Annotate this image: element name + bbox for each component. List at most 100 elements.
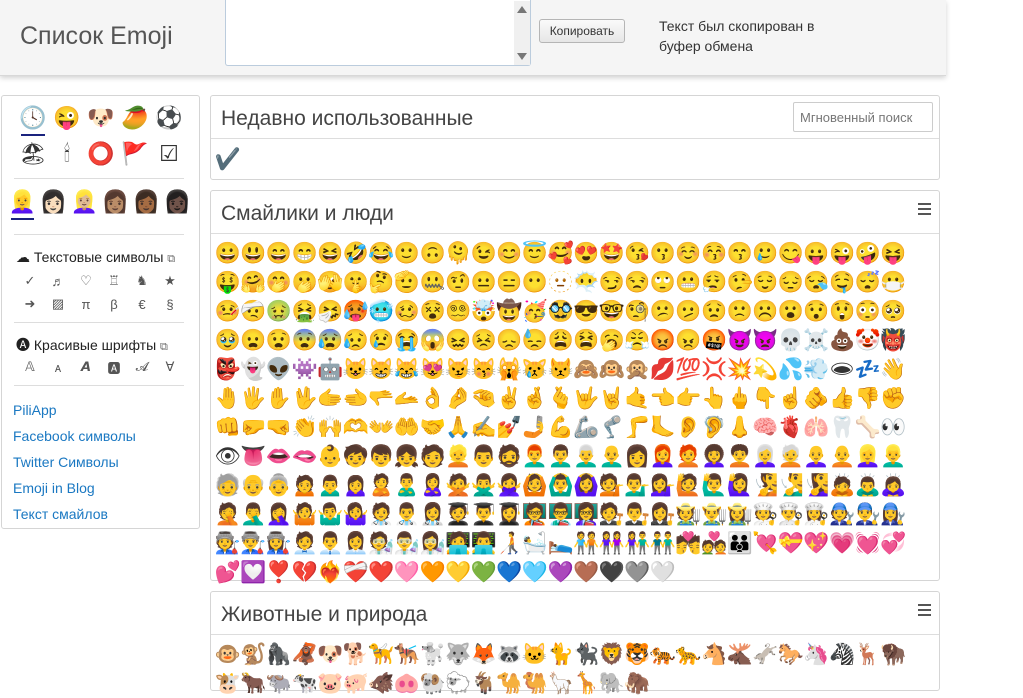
smiley-emoji[interactable]: 👩‍🏭 — [266, 529, 292, 558]
symbol-euro[interactable]: € — [128, 295, 156, 313]
smiley-emoji[interactable]: 🤷‍♀️ — [343, 500, 369, 529]
smiley-emoji[interactable]: 🧑‍🎓 — [445, 500, 471, 529]
smiley-emoji[interactable]: 🙉 — [599, 355, 625, 384]
smiley-emoji[interactable]: 😉 — [471, 239, 497, 268]
smiley-emoji[interactable]: 😲 — [829, 297, 855, 326]
animal-emoji[interactable]: 🐶 — [317, 640, 343, 669]
symbol-beta[interactable]: β — [100, 295, 128, 313]
smiley-emoji[interactable]: 😢 — [368, 326, 394, 355]
smiley-emoji[interactable]: 💕 — [215, 558, 241, 587]
smiley-emoji[interactable]: 👩‍🔬 — [419, 529, 445, 558]
smiley-emoji[interactable]: 🧑‍⚖️ — [599, 500, 625, 529]
smiley-emoji[interactable]: 👅 — [240, 442, 266, 471]
smiley-emoji[interactable]: 😂 — [368, 239, 394, 268]
skin-tone-light-icon[interactable]: 👩🏻 — [38, 187, 69, 217]
smiley-emoji[interactable]: 👨‍⚖️ — [624, 500, 650, 529]
smiley-emoji[interactable]: 😃 — [240, 239, 266, 268]
smiley-emoji[interactable]: 🙍‍♂️ — [317, 471, 343, 500]
smiley-emoji[interactable]: ☹️ — [752, 297, 778, 326]
smiley-emoji[interactable]: 🩶 — [624, 558, 650, 587]
smiley-emoji[interactable]: 👐 — [368, 413, 394, 442]
animal-emoji[interactable]: 🐈‍⬛ — [573, 640, 599, 669]
smiley-emoji[interactable]: 🙎 — [368, 471, 394, 500]
smiley-emoji[interactable]: 😟 — [701, 297, 727, 326]
smiley-emoji[interactable]: 🤛 — [240, 413, 266, 442]
smiley-emoji[interactable]: 🫠 — [445, 239, 471, 268]
font-small-caps[interactable]: ᴀ — [44, 358, 72, 376]
link-piliapp[interactable]: PiliApp — [13, 402, 136, 428]
animal-emoji[interactable]: 🐗 — [368, 669, 394, 698]
smiley-emoji[interactable]: 🧒 — [343, 442, 369, 471]
smiley-emoji[interactable]: 🧏‍♂️ — [778, 471, 804, 500]
smiley-emoji[interactable]: 🤜 — [266, 413, 292, 442]
animal-emoji[interactable]: 🐆 — [675, 640, 701, 669]
smiley-emoji[interactable]: 😙 — [727, 239, 753, 268]
smiley-emoji[interactable]: 😸 — [368, 355, 394, 384]
smiley-emoji[interactable]: 😡 — [650, 326, 676, 355]
smiley-emoji[interactable]: 😀 — [215, 239, 241, 268]
smiley-emoji[interactable]: 👩‍🌾 — [727, 500, 753, 529]
smiley-emoji[interactable]: 🦿 — [599, 413, 625, 442]
smiley-emoji[interactable]: 🖖 — [292, 384, 318, 413]
smiley-emoji[interactable]: 🦵 — [624, 413, 650, 442]
smiley-emoji[interactable]: 🤙 — [624, 384, 650, 413]
smiley-emoji[interactable]: 🫦 — [292, 442, 318, 471]
symbol-knight[interactable]: ♞ — [128, 272, 156, 290]
smiley-emoji[interactable]: 🤚 — [215, 384, 241, 413]
smiley-emoji[interactable]: 😐 — [471, 268, 497, 297]
smiley-emoji[interactable]: 😊 — [496, 239, 522, 268]
animal-emoji[interactable]: 🐩 — [419, 640, 445, 669]
site-logo[interactable]: Список Emoji — [20, 22, 173, 51]
animal-emoji[interactable]: 🐄 — [292, 669, 318, 698]
smiley-emoji[interactable]: 🧑‍🍳 — [752, 500, 778, 529]
smiley-emoji[interactable]: 😛 — [803, 239, 829, 268]
animal-emoji[interactable]: 🫏 — [752, 640, 778, 669]
category-smileys-icon[interactable]: 😜 — [50, 104, 84, 132]
category-travel-icon[interactable]: 🏖 — [16, 140, 50, 168]
smiley-emoji[interactable]: 💁‍♀️ — [650, 471, 676, 500]
smiley-emoji[interactable]: 🩷 — [394, 558, 420, 587]
smiley-emoji[interactable]: ❤️ — [368, 558, 394, 587]
smiley-emoji[interactable]: 🧡 — [419, 558, 445, 587]
font-script[interactable]: 𝓐 — [128, 358, 156, 376]
smiley-emoji[interactable]: 💦 — [778, 355, 804, 384]
animal-emoji[interactable]: 🐘 — [599, 669, 625, 698]
smiley-emoji[interactable]: 👍 — [829, 384, 855, 413]
smiley-emoji[interactable]: 💢 — [701, 355, 727, 384]
smiley-emoji[interactable]: 😈 — [727, 326, 753, 355]
smiley-emoji[interactable]: ✌️ — [496, 384, 522, 413]
smiley-emoji[interactable]: 😽 — [471, 355, 497, 384]
animal-emoji[interactable]: 🐷 — [317, 669, 343, 698]
smiley-emoji[interactable]: 😓 — [522, 326, 548, 355]
symbol-heart[interactable]: ♡ — [72, 272, 100, 290]
recent-emoji[interactable]: ✔️ — [215, 145, 241, 174]
smiley-emoji[interactable]: 🙂 — [394, 239, 420, 268]
animal-emoji[interactable]: 🦁 — [599, 640, 625, 669]
animal-emoji[interactable]: 🐯 — [624, 640, 650, 669]
smiley-emoji[interactable]: 🖤 — [599, 558, 625, 587]
smiley-emoji[interactable]: 🤭 — [266, 268, 292, 297]
smiley-emoji[interactable]: 🙆‍♀️ — [573, 471, 599, 500]
smiley-emoji[interactable]: 👬 — [650, 529, 676, 558]
smiley-emoji[interactable]: 🧑‍🦲 — [829, 442, 855, 471]
hamburger-menu-icon[interactable] — [918, 604, 931, 616]
smiley-emoji[interactable]: 👩‍🔧 — [880, 500, 906, 529]
smiley-emoji[interactable]: 😤 — [624, 326, 650, 355]
category-food-icon[interactable]: 🥭 — [118, 104, 152, 132]
symbol-rook[interactable]: ♖ — [100, 272, 128, 290]
smiley-emoji[interactable]: 😮 — [778, 297, 804, 326]
animal-emoji[interactable]: 🐺 — [445, 640, 471, 669]
smiley-emoji[interactable]: 👨‍🎓 — [471, 500, 497, 529]
smiley-emoji[interactable]: 🧑‍🔬 — [368, 529, 394, 558]
smiley-emoji[interactable]: 🧠 — [752, 413, 778, 442]
smiley-emoji[interactable]: 💔 — [292, 558, 318, 587]
skin-tone-medium-dark-icon[interactable]: 👩🏾 — [131, 187, 162, 217]
smiley-emoji[interactable]: 🙍 — [292, 471, 318, 500]
smiley-emoji[interactable]: 👂 — [675, 413, 701, 442]
smiley-emoji[interactable]: 😵‍💫 — [445, 297, 471, 326]
skin-tone-default-icon[interactable]: 👱‍♀️ — [7, 187, 38, 220]
smiley-emoji[interactable]: 😌 — [752, 268, 778, 297]
smiley-emoji[interactable]: ❣️ — [266, 558, 292, 587]
smiley-emoji[interactable]: 🫶 — [343, 413, 369, 442]
animal-emoji[interactable]: 🦮 — [368, 640, 394, 669]
